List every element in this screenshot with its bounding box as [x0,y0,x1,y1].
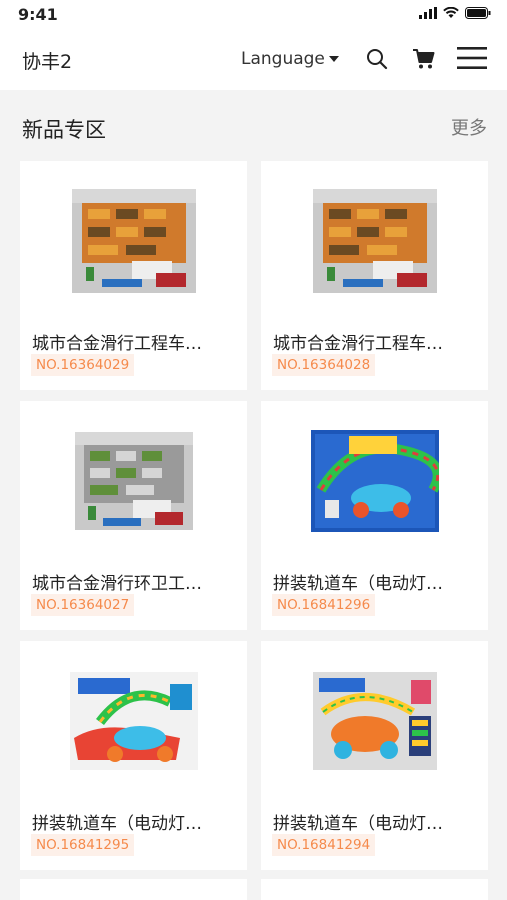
product-name: 城市合金滑行环卫工… [32,574,202,594]
section-title: 新品专区 [22,118,106,142]
construction-vehicle-box-image [312,189,437,293]
product-image [261,641,488,801]
product-image [261,401,488,561]
product-card[interactable]: 拼装轨道车（电动灯… NO.16841296 [261,401,488,630]
language-label: Language [241,49,325,69]
product-card[interactable] [261,879,488,900]
product-code: NO.16841295 [31,834,135,856]
product-image [261,161,488,321]
product-card[interactable] [20,879,247,900]
construction-vehicle-box-image [71,189,196,293]
product-code: NO.16364028 [272,354,376,376]
product-code: NO.16841294 [272,834,376,856]
product-name: 拼装轨道车（电动灯… [273,814,443,834]
store-title: 协丰2 [22,51,73,73]
product-code: NO.16364029 [31,354,135,376]
track-car-box-white-image [69,672,198,770]
search-icon[interactable] [366,48,388,70]
new-products-header: 新品专区 更多 [0,90,507,160]
status-bar: 9:41 [0,0,507,30]
cart-icon[interactable] [412,48,436,70]
product-card[interactable]: 拼装轨道车（电动灯… NO.16841294 [261,641,488,870]
hamburger-menu-icon[interactable] [457,45,487,71]
caret-down-icon [328,56,339,62]
wifi-icon [443,7,459,18]
product-code: NO.16841296 [272,594,376,616]
signal-icon [419,7,437,19]
language-selector[interactable]: Language [241,49,339,69]
product-card[interactable]: 城市合金滑行工程车… NO.16364028 [261,161,488,390]
sanitation-vehicle-box-image [74,432,193,530]
status-time: 9:41 [18,5,58,24]
product-image [20,401,247,561]
product-name: 城市合金滑行工程车… [32,334,202,354]
track-car-box-orange-image [312,672,437,770]
more-link[interactable]: 更多 [451,114,487,140]
product-card[interactable]: 城市合金滑行环卫工… NO.16364027 [20,401,247,630]
status-icons [419,7,491,19]
product-code: NO.16364027 [31,594,135,616]
product-card[interactable]: 拼装轨道车（电动灯… NO.16841295 [20,641,247,870]
battery-icon [465,7,491,19]
product-image [20,641,247,801]
app-header: 协丰2 Language [0,30,507,90]
product-image [20,161,247,321]
product-name: 城市合金滑行工程车… [273,334,443,354]
track-car-box-blue-image [310,430,439,532]
product-name: 拼装轨道车（电动灯… [32,814,202,834]
product-card[interactable]: 城市合金滑行工程车… NO.16364029 [20,161,247,390]
product-name: 拼装轨道车（电动灯… [273,574,443,594]
